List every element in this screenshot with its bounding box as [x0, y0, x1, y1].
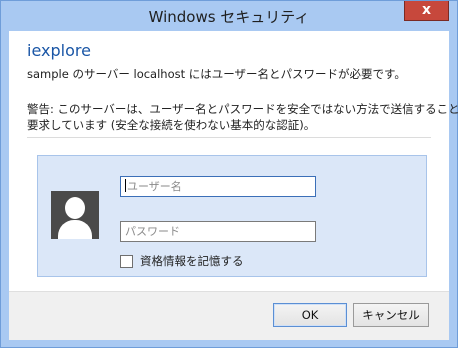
divider: [27, 137, 431, 138]
username-placeholder: ユーザー名: [127, 180, 182, 193]
close-button[interactable]: x: [404, 1, 449, 21]
app-name: iexplore: [27, 41, 91, 60]
security-dialog: Windows セキュリティ x iexplore sample のサーバー l…: [0, 0, 458, 348]
remember-checkbox[interactable]: [120, 255, 133, 268]
window-title: Windows セキュリティ: [148, 8, 310, 26]
credential-panel: ユーザー名 パスワード 資格情報を記憶する: [37, 155, 427, 277]
user-silhouette-icon: [51, 191, 99, 239]
warning-text-line-2: 要求しています (安全な接続を使わない基本的な認証)。: [27, 118, 316, 132]
warning-text-line-1: 警告: このサーバーは、ユーザー名とパスワードを安全ではない方法で送信することを: [27, 102, 458, 116]
text-caret: [125, 179, 126, 192]
username-field[interactable]: ユーザー名: [120, 176, 316, 197]
credential-request-message: sample のサーバー localhost にはユーザー名とパスワードが必要で…: [27, 67, 406, 81]
password-placeholder: パスワード: [125, 225, 180, 238]
cancel-button[interactable]: キャンセル: [353, 303, 429, 327]
remember-label[interactable]: 資格情報を記憶する: [140, 253, 244, 269]
ok-button[interactable]: OK: [273, 303, 347, 327]
dialog-content: iexplore sample のサーバー localhost にはユーザー名と…: [9, 31, 458, 291]
password-field[interactable]: パスワード: [120, 221, 316, 242]
avatar-body: [58, 220, 92, 239]
title-bar[interactable]: Windows セキュリティ x: [1, 1, 457, 30]
button-bar: OK キャンセル: [9, 291, 449, 340]
avatar-head: [65, 197, 85, 219]
